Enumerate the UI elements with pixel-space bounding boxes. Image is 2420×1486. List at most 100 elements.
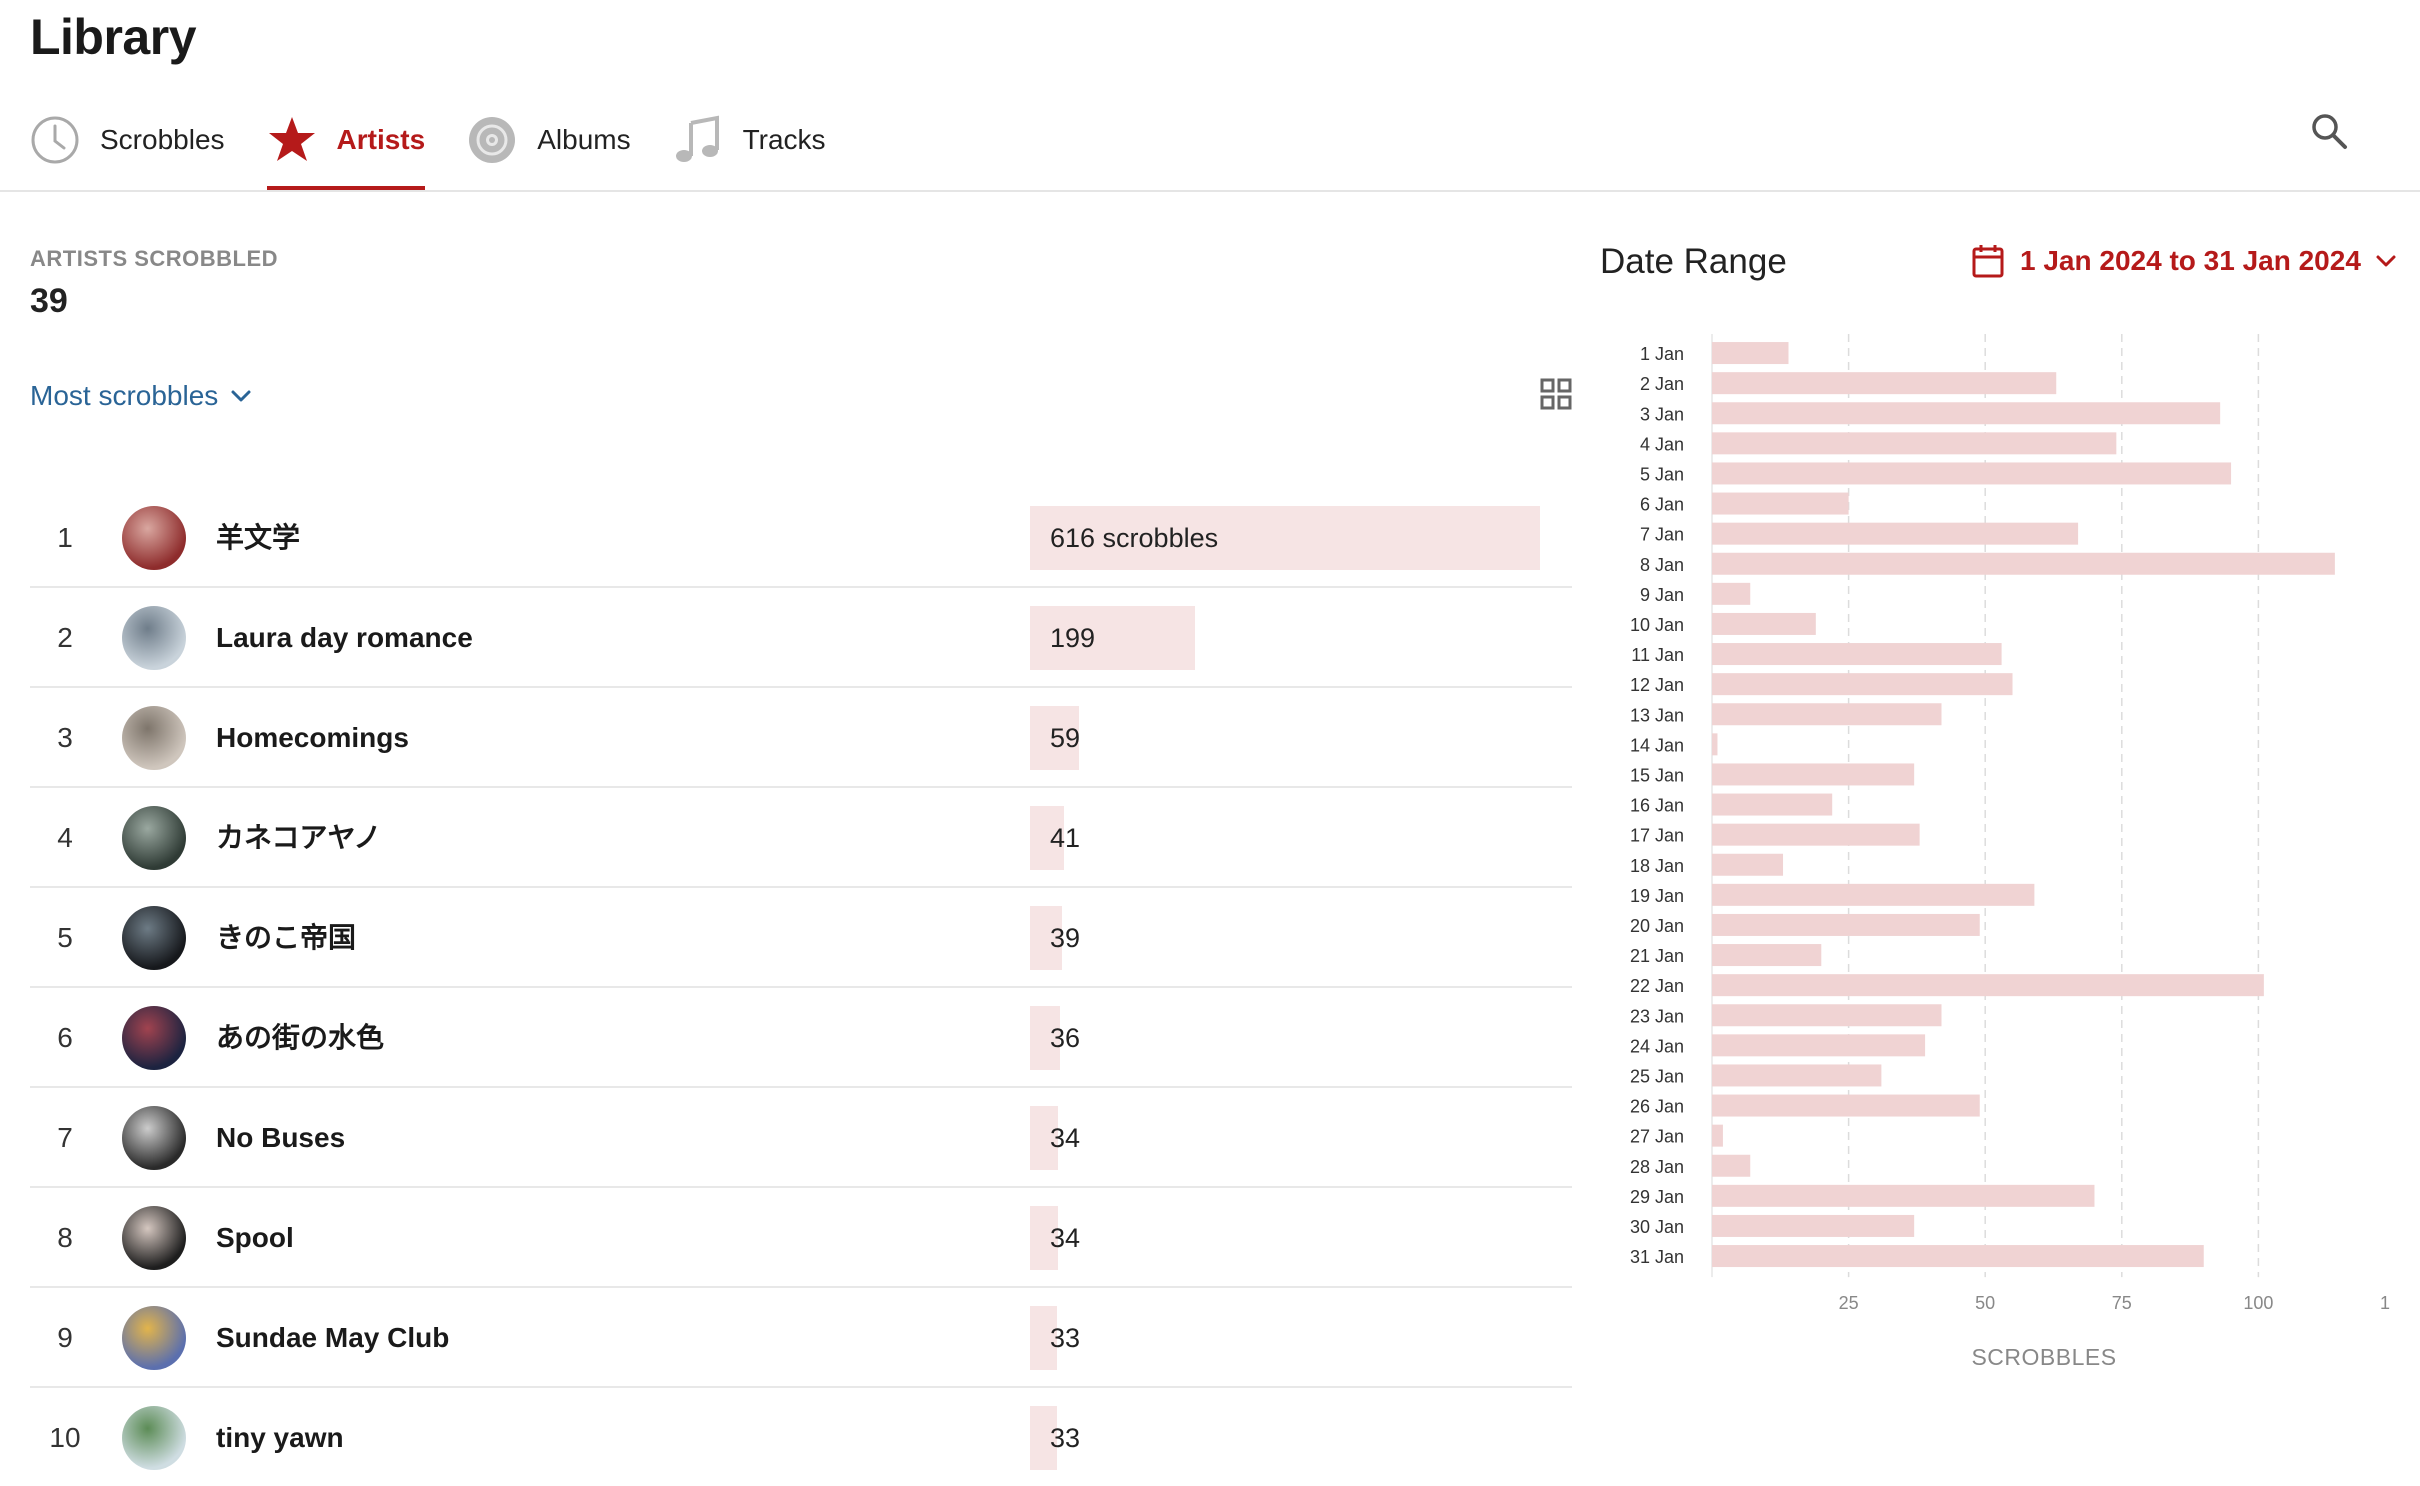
artist-rank: 9 [57,1322,73,1353]
chart-bar[interactable] [1712,342,1789,365]
date-range-title: Date Range [1600,242,1787,281]
artist-name[interactable]: No Buses [216,1088,345,1188]
artist-avatar[interactable] [122,806,186,870]
artist-avatar[interactable] [122,606,186,670]
artist-row[interactable]: 4 カネコアヤノ 41 [30,788,1572,888]
chart-bar[interactable] [1712,552,2335,575]
artist-name[interactable]: Homecomings [216,688,409,788]
chart-y-tick-label: 27 Jan [1630,1127,1684,1147]
chart-y-tick-label: 28 Jan [1630,1157,1684,1177]
daily-scrobbles-chart: 25 50 75 100 125 1 Jan 2 Jan 3 Jan 4 Jan 5 Jan 6 J… [1630,334,2390,1370]
chart-x-tick-label: 50 [1975,1293,1995,1313]
scrobble-count: 34 [1050,1223,1081,1253]
chart-bar[interactable] [1712,733,1718,756]
artist-name[interactable]: あの街の水色 [216,988,384,1088]
chart-y-tick-label: 7 Jan [1640,525,1684,545]
chart-bar[interactable] [1712,1184,2095,1207]
artist-name[interactable]: きのこ帝国 [216,888,356,988]
search-button[interactable] [2310,112,2350,152]
chart-bar[interactable] [1712,492,1849,515]
tab-tracks[interactable]: Tracks [673,100,826,180]
artist-row[interactable]: 9 Sundae May Club 33 [30,1288,1572,1388]
chart-bar[interactable] [1712,913,1980,936]
artist-name[interactable]: Spool [216,1188,294,1288]
calendar-icon [1972,244,2004,278]
tab-artists[interactable]: Artists [266,100,426,190]
tab-albums[interactable]: Albums [467,100,631,180]
tab-label: Artists [336,124,426,155]
artist-avatar[interactable] [122,1106,186,1170]
chart-bar[interactable] [1712,763,1915,786]
artist-row[interactable]: 1 羊文学 616 scrobbles [30,488,1572,588]
artist-row[interactable]: 7 No Buses 34 [30,1088,1572,1188]
sort-dropdown[interactable]: Most scrobbles [30,380,252,412]
sort-label: Most scrobbles [30,380,219,411]
chart-bar[interactable] [1712,853,1784,876]
scrobble-count: 33 [1050,1323,1081,1353]
artist-name[interactable]: カネコアヤノ [216,788,381,888]
chart-y-tick-label: 6 Jan [1640,495,1684,515]
artist-row[interactable]: 5 きのこ帝国 39 [30,888,1572,988]
artist-name[interactable]: Laura day romance [216,588,473,688]
chart-bar[interactable] [1712,823,1920,846]
tab-scrobbles[interactable]: Scrobbles [30,100,225,180]
chart-bar[interactable] [1712,703,1942,726]
chart-bar[interactable] [1712,1004,1942,1027]
chart-y-tick-label: 3 Jan [1640,404,1684,424]
chart-bar[interactable] [1712,402,2221,425]
artist-row[interactable]: 10 tiny yawn 33 [30,1388,1572,1486]
artist-rank: 8 [57,1222,73,1253]
chart-bar[interactable] [1712,372,2057,395]
artist-name[interactable]: 羊文学 [216,488,300,588]
chart-bar[interactable] [1712,1094,1980,1117]
artist-avatar[interactable] [122,1306,186,1370]
artist-name[interactable]: Sundae May Club [216,1288,449,1388]
chart-x-tick-label: 75 [2112,1293,2132,1313]
artist-avatar[interactable] [122,1406,186,1470]
stat-value: 39 [30,282,68,320]
artist-row[interactable]: 6 あの街の水色 36 [30,988,1572,1088]
scrobble-bar: 34 [1030,1206,1540,1270]
chart-bar[interactable] [1712,643,2002,666]
chart-y-tick-label: 17 Jan [1630,826,1684,846]
chart-bar[interactable] [1712,582,1751,605]
chart-bar[interactable] [1712,673,2013,696]
artist-avatar[interactable] [122,906,186,970]
chart-bar[interactable] [1712,793,1833,816]
chart-bar[interactable] [1712,612,1816,635]
chart-y-tick-label: 15 Jan [1630,765,1684,785]
chart-y-tick-label: 22 Jan [1630,976,1684,996]
artist-avatar[interactable] [122,506,186,570]
artist-rank: 10 [49,1422,81,1453]
chart-bar[interactable] [1712,1034,1926,1057]
chart-bar[interactable] [1712,1245,2204,1268]
chart-bar[interactable] [1712,1214,1915,1237]
artist-row[interactable]: 3 Homecomings 59 [30,688,1572,788]
grid-view-button[interactable] [1540,378,1572,410]
artist-avatar[interactable] [122,1006,186,1070]
chart-bar[interactable] [1712,1154,1751,1177]
scrobble-count: 41 [1050,823,1081,853]
chart-bar[interactable] [1712,974,2264,997]
tabs-divider [0,190,2420,192]
chart-bar[interactable] [1712,432,2117,455]
music-note-icon [673,115,723,165]
chart-bar[interactable] [1712,522,2079,545]
artist-rank: 7 [57,1122,73,1153]
chart-bar[interactable] [1712,462,2232,485]
artist-row[interactable]: 8 Spool 34 [30,1188,1572,1288]
artist-row[interactable]: 2 Laura day romance 199 [30,588,1572,688]
chart-bar[interactable] [1712,1064,1882,1087]
chart-bar[interactable] [1712,1124,1723,1147]
date-range-picker[interactable]: 1 Jan 2024 to 31 Jan 2024 [1972,244,2397,278]
artist-avatar[interactable] [122,706,186,770]
chart-y-tick-label: 20 Jan [1630,916,1684,936]
disc-icon [467,115,517,165]
chart-y-tick-label: 4 Jan [1640,434,1684,454]
stat-label: ARTISTS SCROBBLED [30,246,279,271]
chart-bar[interactable] [1712,883,2035,906]
star-icon [267,115,317,165]
chart-bar[interactable] [1712,944,1822,967]
artist-avatar[interactable] [122,1206,186,1270]
artist-name[interactable]: tiny yawn [216,1388,344,1486]
